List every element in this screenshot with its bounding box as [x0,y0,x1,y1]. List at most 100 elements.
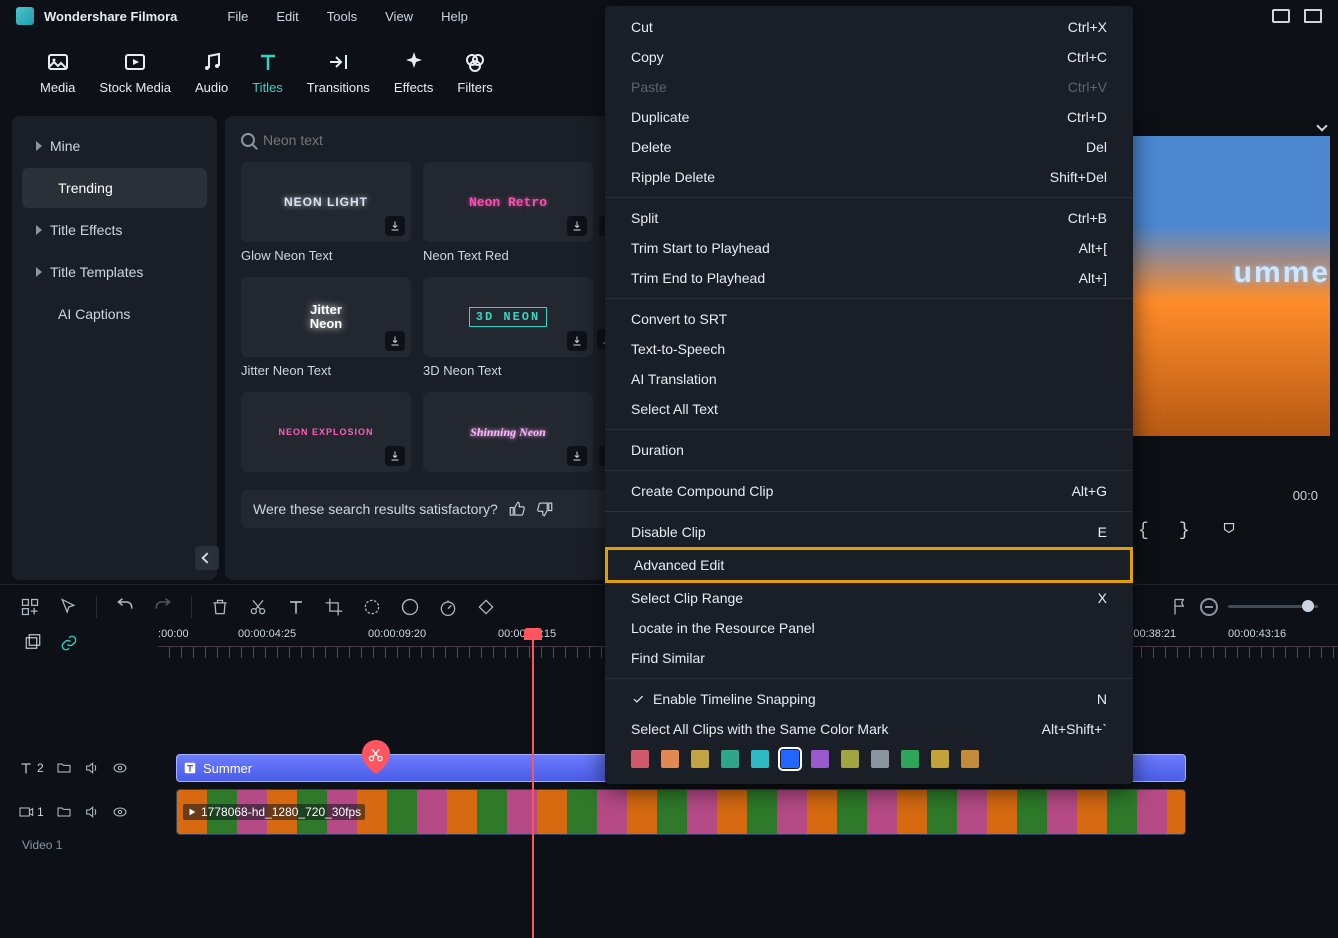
context-menu-item[interactable]: CutCtrl+X [605,12,1133,42]
color-swatch[interactable] [691,750,709,768]
video-clip[interactable]: 1778068-hd_1280_720_30fps [176,789,1186,835]
context-menu-item[interactable]: Trim End to PlayheadAlt+] [605,263,1133,293]
context-menu-item[interactable]: SplitCtrl+B [605,203,1133,233]
window-icon[interactable] [1304,9,1322,23]
zoom-out-button[interactable] [1200,598,1218,616]
thumb-card[interactable]: Neon RetroNeon Text Red [423,162,593,263]
tab-transitions[interactable]: Transitions [307,50,370,95]
context-menu-item[interactable]: AI Translation [605,364,1133,394]
marker-icon[interactable] [1220,522,1238,540]
text-icon[interactable] [286,597,306,617]
context-menu-item[interactable]: Duration [605,435,1133,465]
sidebar-item-trending[interactable]: Trending [22,168,207,208]
thumb-preview[interactable]: Neon Retro [423,162,593,242]
thumbs-down-icon[interactable] [536,500,554,518]
undo-icon[interactable] [115,597,135,617]
context-menu-item[interactable]: CopyCtrl+C [605,42,1133,72]
mute-icon[interactable] [84,760,100,776]
folder-icon[interactable] [56,760,72,776]
add-track-icon[interactable] [20,597,40,617]
tab-audio[interactable]: Audio [195,50,228,95]
ai-tools-icon[interactable] [362,597,382,617]
thumb-preview[interactable]: 3D NEON [423,277,593,357]
context-menu-item[interactable]: Disable ClipE [605,517,1133,547]
thumb-preview[interactable]: JitterNeon [241,277,411,357]
context-menu-item[interactable]: Select Clip RangeX [605,583,1133,613]
sidebar-item-mine[interactable]: Mine [22,126,207,166]
playhead-scissors-icon[interactable] [362,740,390,774]
context-menu-item[interactable]: Enable Timeline SnappingN [605,684,1133,714]
menu-edit[interactable]: Edit [276,9,298,24]
mute-icon[interactable] [84,804,100,820]
menu-help[interactable]: Help [441,9,468,24]
context-menu-item[interactable]: Create Compound ClipAlt+G [605,476,1133,506]
tab-effects[interactable]: Effects [394,50,434,95]
video-track-content[interactable]: 1778068-hd_1280_720_30fps [176,789,1338,835]
thumb-card[interactable]: JitterNeonJitter Neon Text [241,277,411,378]
context-menu-item[interactable]: Find Similar [605,643,1133,673]
thumb-card[interactable]: Shinning Neon [423,392,593,478]
download-icon[interactable] [385,331,405,351]
download-icon[interactable] [385,216,405,236]
marker-flag-icon[interactable] [1170,597,1190,617]
context-menu-item[interactable]: Convert to SRT [605,304,1133,334]
sidebar-item-title-templates[interactable]: Title Templates [22,252,207,292]
visibility-icon[interactable] [112,760,128,776]
tab-media[interactable]: Media [40,50,75,95]
sidebar-item-ai-captions[interactable]: AI Captions [22,294,207,334]
thumb-card[interactable]: NEON LIGHTGlow Neon Text [241,162,411,263]
menu-file[interactable]: File [227,9,248,24]
thumb-preview[interactable]: NEON LIGHT [241,162,411,242]
context-menu-item[interactable]: Text-to-Speech [605,334,1133,364]
track-type-icon[interactable]: 1 [18,804,44,820]
menu-view[interactable]: View [385,9,413,24]
preview-video[interactable]: umme [1130,136,1330,436]
download-icon[interactable] [385,446,405,466]
context-menu-item[interactable]: Trim Start to PlayheadAlt+[ [605,233,1133,263]
context-menu-item[interactable]: Ripple DeleteShift+Del [605,162,1133,192]
menu-tools[interactable]: Tools [327,9,357,24]
sidebar-item-title-effects[interactable]: Title Effects [22,210,207,250]
context-menu-item[interactable]: Select All Text [605,394,1133,424]
mark-out-button[interactable]: } [1179,521,1190,541]
color-swatch[interactable] [661,750,679,768]
delete-icon[interactable] [210,597,230,617]
context-menu-item[interactable]: Select All Clips with the Same Color Mar… [605,714,1133,744]
thumb-preview[interactable]: Shinning Neon [423,392,593,472]
thumb-card[interactable]: 3D NEON3D Neon Text [423,277,593,378]
color-swatch[interactable] [841,750,859,768]
color-swatch[interactable] [631,750,649,768]
color-icon[interactable] [400,597,420,617]
download-icon[interactable] [567,331,587,351]
tab-titles[interactable]: Titles [252,50,283,95]
context-menu-item[interactable]: DeleteDel [605,132,1133,162]
color-swatch[interactable] [931,750,949,768]
context-menu-item[interactable]: Locate in the Resource Panel [605,613,1133,643]
color-swatch[interactable] [871,750,889,768]
color-swatch[interactable] [751,750,769,768]
thumb-preview[interactable]: NEON EXPLOSION [241,392,411,472]
context-menu-item[interactable]: DuplicateCtrl+D [605,102,1133,132]
color-swatch[interactable] [961,750,979,768]
thumbs-up-icon[interactable] [508,500,526,518]
chevron-down-icon[interactable] [1316,120,1327,131]
cursor-icon[interactable] [58,597,78,617]
zoom-slider[interactable] [1228,605,1318,608]
layout-icon[interactable] [1272,9,1290,23]
track-type-icon[interactable]: 2 [18,760,44,776]
visibility-icon[interactable] [112,804,128,820]
download-icon[interactable] [567,216,587,236]
context-menu-item[interactable]: Advanced Edit [605,547,1133,583]
tab-stock-media[interactable]: Stock Media [99,50,171,95]
mark-in-button[interactable]: { [1138,521,1149,541]
link-icon[interactable] [60,634,78,652]
playhead-grip[interactable] [524,628,542,640]
sidebar-collapse-button[interactable] [195,546,219,570]
folder-icon[interactable] [56,804,72,820]
playhead[interactable] [532,632,534,938]
color-swatch[interactable] [811,750,829,768]
color-swatch[interactable] [901,750,919,768]
tab-filters[interactable]: Filters [457,50,492,95]
stack-icon[interactable] [24,634,42,652]
download-icon[interactable] [567,446,587,466]
